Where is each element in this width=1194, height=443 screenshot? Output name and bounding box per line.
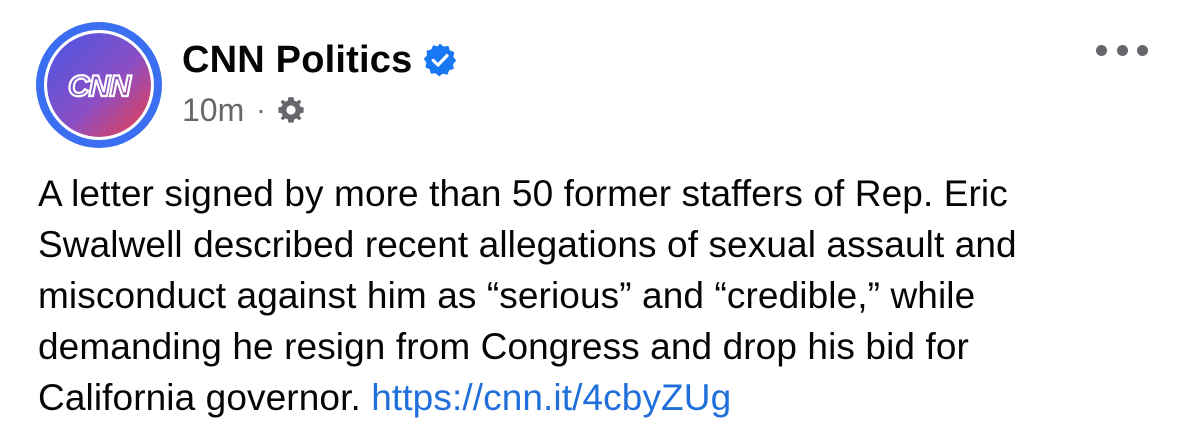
post-body-last-line: California governor. https://cnn.it/4cby… (38, 372, 1184, 423)
post-body: A letter signed by more than 50 former s… (38, 168, 1184, 423)
avatar-logo-text: CNN (68, 70, 132, 103)
post-timestamp[interactable]: 10m (182, 90, 244, 130)
more-options-icon-dot (1137, 44, 1148, 56)
verified-badge-icon (422, 42, 458, 78)
meta-separator: · (256, 94, 266, 125)
more-options-button[interactable] (1096, 38, 1148, 62)
post-header: CNN Politics (182, 36, 458, 84)
post-meta: 10m · (182, 90, 306, 130)
post-body-line: A letter signed by more than 50 former s… (38, 173, 1008, 214)
post-body-line: Swalwell described recent allegations of… (38, 224, 1017, 265)
more-options-icon-dot (1116, 44, 1128, 56)
post-body-line: California governor. (38, 377, 361, 418)
avatar[interactable]: CNN (36, 22, 162, 148)
post-body-line: demanding he resign from Congress and dr… (38, 326, 969, 367)
facebook-post: CNN CNN Politics 10m · A letter signed b… (0, 0, 1194, 443)
avatar-border: CNN (44, 30, 154, 140)
cnn-logo-icon: CNN (47, 33, 151, 137)
post-link[interactable]: https://cnn.it/4cbyZUg (371, 377, 731, 418)
more-options-icon (1096, 44, 1107, 56)
page-name[interactable]: CNN Politics (182, 36, 412, 84)
post-body-line: misconduct against him as “serious” and … (38, 275, 976, 316)
audience-gear-icon[interactable] (276, 95, 306, 125)
